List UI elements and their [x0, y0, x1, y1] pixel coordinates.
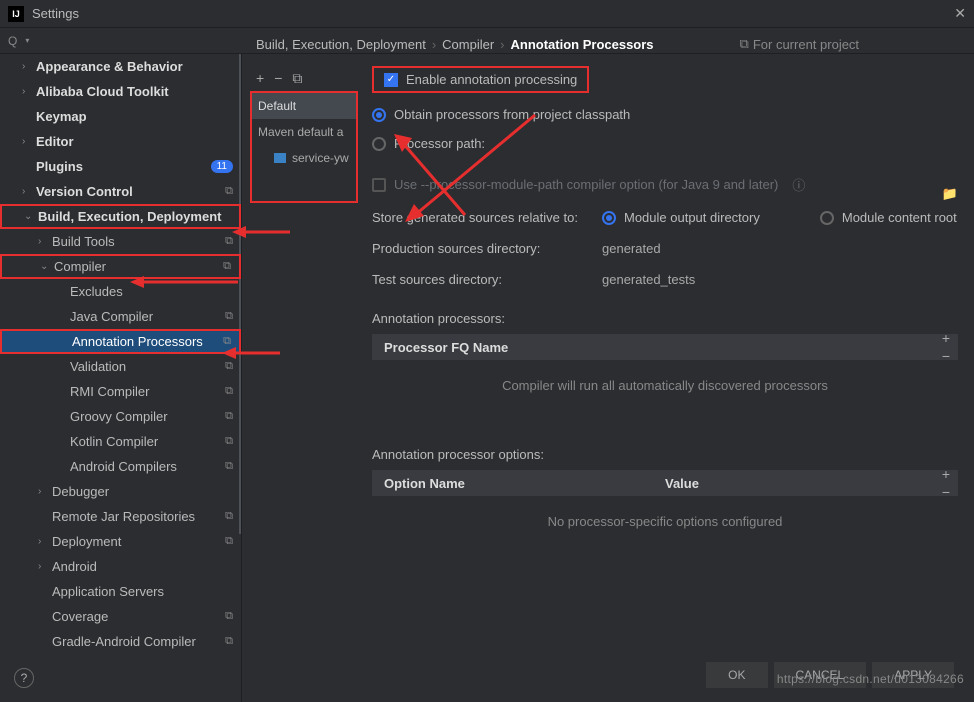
sidebar-item[interactable]: Gradle-Android Compiler⧉: [0, 629, 241, 654]
breadcrumb: Build, Execution, Deployment › Compiler …: [256, 36, 859, 52]
sidebar-item[interactable]: ⌄Compiler⧉: [0, 254, 241, 279]
profile-list[interactable]: DefaultMaven default aservice-yw: [250, 91, 358, 203]
add-processor-button[interactable]: +: [942, 331, 950, 345]
app-icon: IJ: [8, 6, 24, 22]
checkbox-checked-icon[interactable]: ✓: [384, 73, 398, 87]
settings-panel: + − ⧉ DefaultMaven default aservice-yw ✓…: [242, 54, 974, 702]
help-icon[interactable]: ⓘ: [792, 175, 805, 194]
prod-value[interactable]: generated: [602, 241, 661, 256]
sidebar-item[interactable]: ›Android: [0, 554, 241, 579]
radio-on-icon[interactable]: [372, 108, 386, 122]
remove-option-button[interactable]: −: [942, 485, 950, 499]
titlebar: IJ Settings ✕: [0, 0, 974, 28]
crumb-current: Annotation Processors: [511, 37, 654, 52]
window-title: Settings: [32, 6, 79, 21]
watermark: https://blog.csdn.net/u013084266: [777, 672, 964, 686]
options-label: Annotation processor options:: [372, 447, 958, 462]
help-button[interactable]: ?: [14, 668, 34, 688]
module-path-option: Use --processor-module-path compiler opt…: [372, 175, 958, 194]
sidebar-item[interactable]: ⌄Build, Execution, Deployment: [0, 204, 241, 229]
test-value[interactable]: generated_tests: [602, 272, 695, 287]
profile-entry[interactable]: Maven default a: [252, 119, 356, 145]
options-empty: No processor-specific options configured: [372, 496, 958, 559]
sidebar-item[interactable]: Keymap: [0, 104, 241, 129]
scope-badge: ⧉For current project: [740, 36, 860, 52]
remove-processor-button[interactable]: −: [942, 349, 950, 363]
radio-module-content[interactable]: [820, 211, 834, 225]
remove-profile-button[interactable]: −: [274, 70, 282, 87]
radio-module-output[interactable]: [602, 211, 616, 225]
sidebar-item[interactable]: Annotation Processors⧉: [0, 329, 241, 354]
ok-button[interactable]: OK: [706, 662, 767, 688]
sidebar-item[interactable]: Coverage⧉: [0, 604, 241, 629]
sidebar-item[interactable]: ›Editor: [0, 129, 241, 154]
store-label: Store generated sources relative to:: [372, 210, 602, 225]
radio-classpath[interactable]: Obtain processors from project classpath: [372, 107, 958, 122]
sidebar-item[interactable]: Remote Jar Repositories⧉: [0, 504, 241, 529]
browse-folder-icon[interactable]: 📁: [942, 186, 958, 202]
sidebar-item[interactable]: Plugins11: [0, 154, 241, 179]
prod-label: Production sources directory:: [372, 241, 602, 256]
copy-profile-button[interactable]: ⧉: [292, 70, 302, 87]
add-profile-button[interactable]: +: [256, 70, 264, 87]
checkbox-disabled-icon: [372, 178, 386, 192]
profile-entry[interactable]: service-yw: [252, 145, 356, 171]
crumb-compiler[interactable]: Compiler: [442, 37, 494, 52]
sidebar-item[interactable]: RMI Compiler⧉: [0, 379, 241, 404]
radio-processor-path[interactable]: Processor path:: [372, 136, 958, 151]
sidebar-item[interactable]: Validation⧉: [0, 354, 241, 379]
sidebar-item[interactable]: Android Compilers⧉: [0, 454, 241, 479]
profile-entry[interactable]: Default: [252, 93, 356, 119]
crumb-root[interactable]: Build, Execution, Deployment: [256, 37, 426, 52]
processors-table-header: Processor FQ Name +−: [372, 334, 958, 360]
sidebar-item[interactable]: ›Build Tools⧉: [0, 229, 241, 254]
radio-off-icon[interactable]: [372, 137, 386, 151]
sidebar-item[interactable]: ›Appearance & Behavior: [0, 54, 241, 79]
sidebar-item[interactable]: ›Deployment⧉: [0, 529, 241, 554]
test-label: Test sources directory:: [372, 272, 602, 287]
copy-icon: ⧉: [740, 36, 749, 52]
sidebar-item[interactable]: ›Alibaba Cloud Toolkit: [0, 79, 241, 104]
processors-label: Annotation processors:: [372, 311, 958, 326]
sidebar-item[interactable]: ›Debugger: [0, 479, 241, 504]
sidebar-item[interactable]: Kotlin Compiler⧉: [0, 429, 241, 454]
add-option-button[interactable]: +: [942, 467, 950, 481]
search-icon[interactable]: Q: [8, 34, 17, 48]
sidebar-item[interactable]: ›Version Control⧉: [0, 179, 241, 204]
profile-panel: + − ⧉ DefaultMaven default aservice-yw: [250, 66, 358, 203]
sidebar-item[interactable]: Application Servers: [0, 579, 241, 604]
sidebar-item[interactable]: Java Compiler⧉: [0, 304, 241, 329]
settings-tree[interactable]: ›Appearance & Behavior›Alibaba Cloud Too…: [0, 54, 242, 702]
options-table-header: Option Name Value +−: [372, 470, 958, 496]
processors-empty: Compiler will run all automatically disc…: [372, 360, 958, 423]
sidebar-item[interactable]: Groovy Compiler⧉: [0, 404, 241, 429]
close-icon[interactable]: ✕: [954, 5, 966, 22]
sidebar-item[interactable]: Excludes: [0, 279, 241, 304]
enable-annotation-row[interactable]: ✓ Enable annotation processing: [372, 66, 589, 93]
